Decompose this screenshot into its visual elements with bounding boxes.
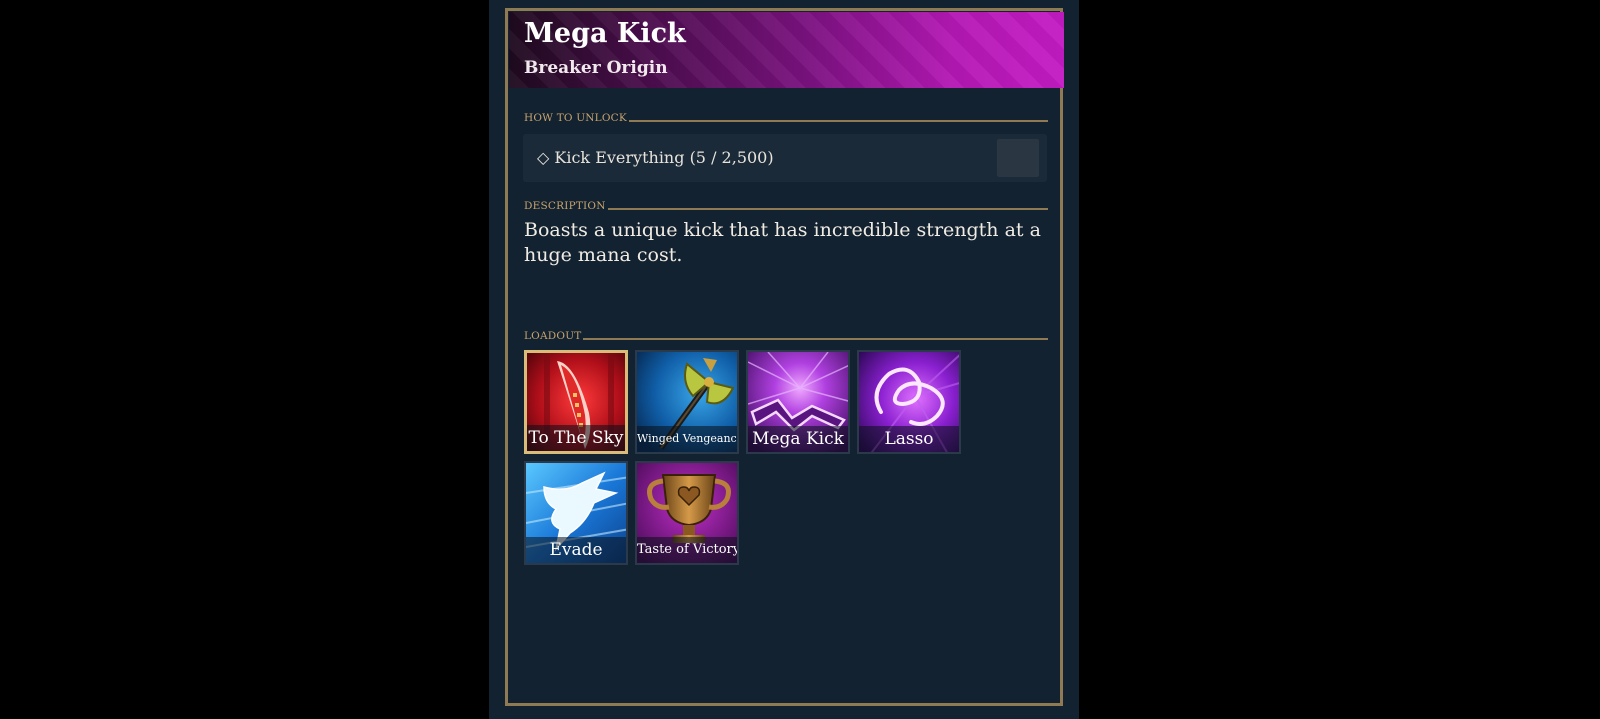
ability-origin: Breaker Origin [524,58,668,78]
loadout-section-label: LOADOUT [524,330,1048,342]
tile-label: Lasso [859,426,959,452]
tile-label: Winged Vengeance [637,426,737,452]
tile-label: Mega Kick [748,426,848,452]
loadout-tile-to-the-sky[interactable]: To The Sky [524,350,628,454]
section-divider [607,207,1048,210]
loadout-tile-mega-kick[interactable]: Mega Kick [746,350,850,454]
tile-label: To The Sky [527,425,625,451]
loadout-tile-taste-of-victory[interactable]: Taste of Victory [635,461,739,565]
loadout-section-text: LOADOUT [524,330,582,342]
description-section-text: DESCRIPTION [524,200,606,212]
ability-title: Mega Kick [524,18,686,49]
tile-label: Taste of Victory [637,537,737,563]
loadout-tile-evade[interactable]: Evade [524,461,628,565]
unlock-requirement-row: ◇ Kick Everything (5 / 2,500) [523,134,1047,182]
loadout-tile-lasso[interactable]: Lasso [857,350,961,454]
tile-label: Evade [526,537,626,563]
loadout-tile-winged-vengeance[interactable]: Winged Vengeance [635,350,739,454]
section-divider [628,119,1048,122]
section-divider [583,337,1048,340]
unlock-section-text: HOW TO UNLOCK [524,112,627,124]
requirement-status-box [997,139,1039,177]
ability-description: Boasts a unique kick that has incredible… [524,219,1041,266]
description-section-label: DESCRIPTION [524,200,1048,212]
unlock-section-label: HOW TO UNLOCK [524,112,1048,124]
unlock-requirement-text: ◇ Kick Everything (5 / 2,500) [537,148,774,167]
